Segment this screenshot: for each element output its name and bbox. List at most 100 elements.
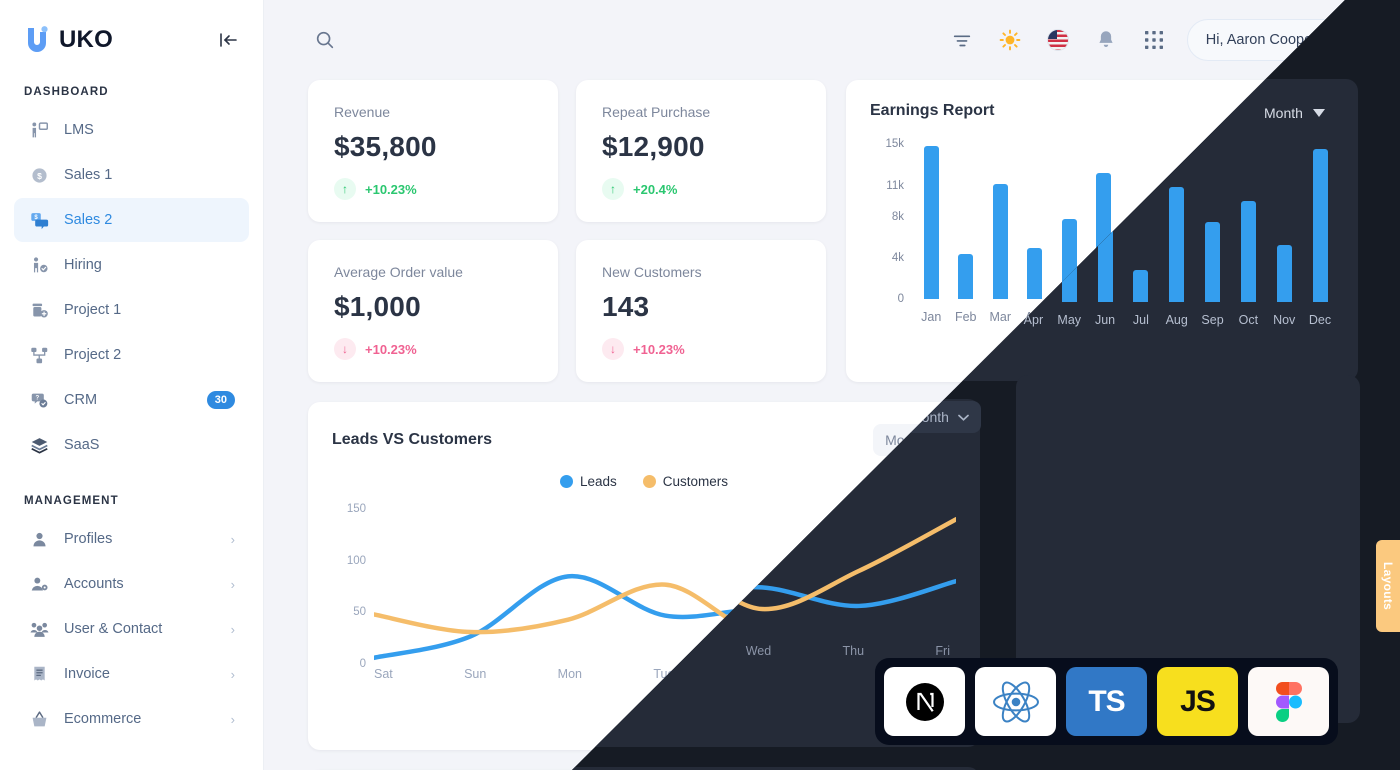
arrow-up-icon: ↑ xyxy=(602,178,624,200)
stat-delta: ↑ +10.23% xyxy=(334,178,532,200)
earnings-bar xyxy=(1061,218,1077,299)
leads-x-tick: Mon xyxy=(557,667,582,681)
sidebar-item-badge: 30 xyxy=(206,390,235,410)
user-greeting: Hi, Aaron Cooper xyxy=(1205,32,1317,48)
layouts-tab[interactable]: Layouts xyxy=(1376,540,1400,632)
coin-dollar-icon: $ xyxy=(28,164,50,186)
earnings-y-tick: 11k xyxy=(886,179,904,192)
sidebar-collapse-button[interactable] xyxy=(215,27,241,53)
earnings-bar xyxy=(958,253,974,299)
sidebar-item-sales-2[interactable]: $ Sales 2 xyxy=(14,198,249,242)
sidebar-item-ecommerce[interactable]: Ecommerce › xyxy=(14,697,249,741)
stat-delta: ↑ +20.4% xyxy=(602,178,800,200)
sidebar-item-sales-1[interactable]: $ Sales 1 xyxy=(14,153,249,197)
earnings-bar-column xyxy=(949,134,984,299)
earnings-bar xyxy=(1234,197,1250,299)
earnings-x-tick: Jul xyxy=(1130,310,1147,324)
arrow-up-icon: ↑ xyxy=(334,178,356,200)
earnings-x-tick: Sep xyxy=(1196,310,1219,324)
legend-label: Customers xyxy=(662,474,729,489)
sun-icon[interactable] xyxy=(995,25,1025,55)
sidebar-item-label: Accounts xyxy=(64,576,124,592)
earnings-report-card: Earnings Report Month 15k 11k 8k 4k 0 Jan Feb… xyxy=(846,80,1356,382)
basket-icon xyxy=(28,708,50,730)
sidebar-item-hiring[interactable]: Hiring xyxy=(14,243,249,287)
donut-center: Avg Range 140 xyxy=(1043,558,1301,617)
us-flag-icon[interactable] xyxy=(1043,25,1073,55)
grid-apps-icon[interactable] xyxy=(1139,25,1169,55)
leads-y-tick: 0 xyxy=(359,658,366,670)
search-icon[interactable] xyxy=(310,25,340,55)
earnings-x-tick: Nov xyxy=(1265,310,1288,324)
earnings-x-tick: Feb xyxy=(954,310,977,324)
sidebar-item-profiles[interactable]: Profiles › xyxy=(14,517,249,561)
chevron-right-icon: › xyxy=(230,621,235,637)
chevron-right-icon: › xyxy=(230,576,235,592)
nextjs-logo[interactable] xyxy=(884,667,965,736)
top-row: Revenue $35,800 ↑ +10.23% Repeat Purchas… xyxy=(308,80,1356,382)
sidebar-item-label: Hiring xyxy=(64,257,102,273)
bell-icon[interactable] xyxy=(1091,25,1121,55)
figma-logo[interactable] xyxy=(1248,667,1329,736)
earnings-title: Earnings Report xyxy=(870,102,995,119)
javascript-logo[interactable]: JS xyxy=(1157,667,1238,736)
earnings-bar-column xyxy=(1190,134,1225,299)
earnings-x-tick: Mar xyxy=(989,310,1012,324)
earnings-y-tick: 8k xyxy=(891,210,904,223)
stat-delta: ↓ +10.23% xyxy=(334,338,532,360)
filter-lines-icon[interactable] xyxy=(947,25,977,55)
sidebar-item-accounts[interactable]: Accounts › xyxy=(14,562,249,606)
legend-item-leads: Leads xyxy=(559,474,617,489)
sidebar-item-saas[interactable]: SaaS xyxy=(14,423,249,467)
topbar-actions: Hi, Aaron Cooper xyxy=(947,19,1366,61)
sidebar-item-project-2[interactable]: Project 2 xyxy=(14,333,249,377)
earnings-x-axis: Jan Feb Mar Apr May Jun Jul Aug Sep Oct Nov Dec xyxy=(914,310,1328,324)
chevron-right-icon: › xyxy=(230,711,235,727)
sidebar-item-label: Invoice xyxy=(64,666,110,682)
stat-title: New Customers xyxy=(602,264,702,280)
react-logo[interactable] xyxy=(975,667,1056,736)
leads-x-tick: Tue xyxy=(653,667,675,681)
stat-delta-text: +10.23% xyxy=(633,341,685,357)
leads-x-tick: Wed xyxy=(745,667,772,681)
typescript-logo[interactable]: TS xyxy=(1066,667,1147,736)
stat-delta-text: +20.4% xyxy=(633,181,678,197)
user-menu-button[interactable]: Hi, Aaron Cooper xyxy=(1186,19,1366,61)
sidebar-item-label: Project 2 xyxy=(64,347,122,363)
earnings-bar xyxy=(1165,183,1181,299)
sidebar-item-label: Sales 1 xyxy=(64,167,113,183)
layers-icon xyxy=(28,434,50,456)
earnings-bar-column xyxy=(1121,134,1156,299)
earnings-y-tick: 4k xyxy=(891,251,904,264)
stat-card-new-customers: New Customers 143 ↓ +10.23% xyxy=(576,240,826,382)
legend-label: Leads xyxy=(579,474,617,489)
earnings-bar-column xyxy=(1294,134,1329,299)
earnings-y-tick: 15k xyxy=(885,138,904,151)
layouts-tab-label: Layouts xyxy=(1381,561,1395,611)
sales-chat-icon: $ xyxy=(28,209,50,231)
sidebar-item-project-1[interactable]: Project 1 xyxy=(14,288,249,332)
chevron-down-icon xyxy=(933,432,944,448)
sidebar-item-invoice[interactable]: Invoice › xyxy=(14,652,249,696)
earnings-bar xyxy=(1027,248,1043,299)
legend-dot-leads xyxy=(559,475,573,488)
earnings-period-select[interactable]: Month xyxy=(1271,103,1332,119)
leads-line-chart: 150100500 SatSunMonTueWedThuFri xyxy=(332,499,956,689)
sidebar-item-user-contact[interactable]: User & Contact › xyxy=(14,607,249,651)
users-icon xyxy=(28,618,50,640)
project-add-icon xyxy=(28,299,50,321)
earnings-bar xyxy=(1268,242,1284,299)
sidebar-item-label: LMS xyxy=(64,122,94,138)
brand[interactable]: UKO xyxy=(24,25,113,55)
earnings-x-tick: Aug xyxy=(1161,310,1184,324)
stat-value: $35,800 xyxy=(334,131,437,162)
sidebar-item-crm[interactable]: ? CRM 30 xyxy=(14,378,249,422)
earnings-bar-chart: 15k 11k 8k 4k 0 Jan Feb Mar Apr May Jun Jul Aug Sep O… xyxy=(870,134,1332,349)
stats-grid: Revenue $35,800 ↑ +10.23% Repeat Purchas… xyxy=(308,80,826,382)
leads-period-select[interactable]: Month xyxy=(873,424,956,456)
stat-title: Revenue xyxy=(334,104,391,120)
sidebar-item-lms[interactable]: LMS xyxy=(14,108,249,152)
leads-x-axis: SatSunMonTueWedThuFri xyxy=(374,667,950,681)
stat-card-repeat-purchase: Repeat Purchase $12,900 ↑ +20.4% xyxy=(576,80,826,222)
app-root: UKO DASHBOARD LMS $ Sales 1 $ Sales 2 Hi… xyxy=(0,0,1400,770)
